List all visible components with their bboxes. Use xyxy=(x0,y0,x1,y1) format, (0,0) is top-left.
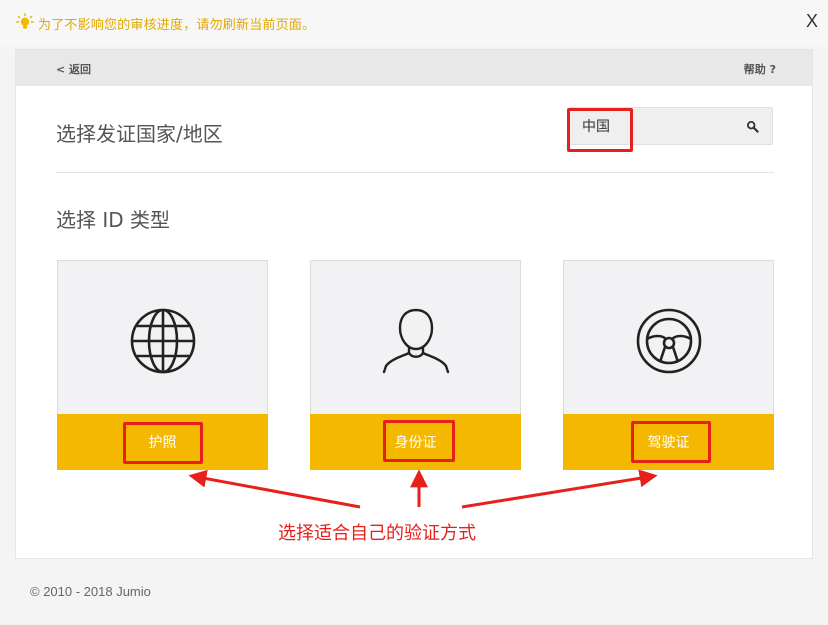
verification-panel: < 返回 帮助 ? 选择发证国家/地区 选择 ID 类型 护照 xyxy=(16,50,812,558)
country-search-input[interactable] xyxy=(582,116,732,136)
person-icon xyxy=(382,308,450,374)
id-type-section-title: 选择 ID 类型 xyxy=(56,208,171,232)
id-option-label: 护照 xyxy=(148,435,177,451)
notice-message: 为了不影响您的审核进度，请勿刷新当前页面。 xyxy=(38,18,316,33)
id-option-driver-license[interactable]: 驾驶证 xyxy=(563,260,774,470)
id-option-label: 身份证 xyxy=(394,435,437,451)
lightbulb-icon xyxy=(16,13,34,29)
section-divider xyxy=(56,172,774,173)
back-link[interactable]: < 返回 xyxy=(56,61,91,77)
help-link[interactable]: 帮助 ? xyxy=(744,61,776,77)
globe-icon xyxy=(130,308,196,374)
country-search[interactable] xyxy=(569,107,773,145)
search-icon[interactable] xyxy=(746,120,760,134)
notice-bar: 为了不影响您的审核进度，请勿刷新当前页面。 X xyxy=(0,0,828,46)
country-section-title: 选择发证国家/地区 xyxy=(56,122,223,146)
id-option-passport[interactable]: 护照 xyxy=(57,260,268,470)
steering-wheel-icon xyxy=(636,308,702,374)
close-button[interactable]: X xyxy=(802,8,822,34)
id-option-label: 驾驶证 xyxy=(647,435,690,451)
panel-topbar: < 返回 帮助 ? xyxy=(16,50,812,86)
footer-copyright: © 2010 - 2018 Jumio xyxy=(30,584,151,599)
id-option-id-card[interactable]: 身份证 xyxy=(310,260,521,470)
annotation-text: 选择适合自己的验证方式 xyxy=(278,523,476,544)
